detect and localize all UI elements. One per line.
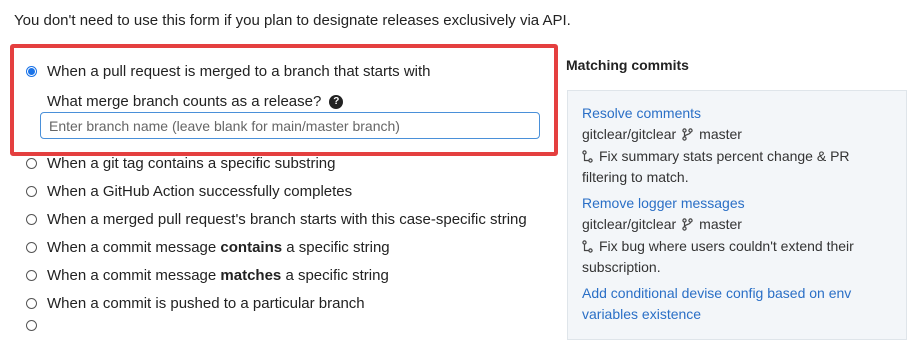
commit-title-link-cont[interactable]: variables existence bbox=[582, 306, 701, 322]
option-pr-merged[interactable]: When a pull request is merged to a branc… bbox=[26, 63, 431, 80]
branch-name: master bbox=[699, 126, 742, 142]
option-message-matches[interactable]: When a commit message matches a specific… bbox=[26, 267, 389, 284]
merge-branch-question-label: What merge branch counts as a release? bbox=[47, 93, 322, 110]
repo-name: gitclear/gitclear bbox=[582, 126, 677, 142]
option-pushed-branch[interactable]: When a commit is pushed to a particular … bbox=[26, 295, 365, 312]
text: When a commit message bbox=[47, 267, 221, 284]
text-bold: contains bbox=[220, 239, 283, 256]
commit-message-line: Fix summary stats percent change & PR bbox=[582, 148, 850, 164]
commit-message: Fix bug where users couldn't extend thei… bbox=[599, 238, 854, 254]
branch-name-input[interactable] bbox=[40, 112, 540, 139]
radio-pushed-branch[interactable] bbox=[26, 298, 37, 309]
option-merged-branch[interactable]: When a merged pull request's branch star… bbox=[26, 211, 527, 228]
option-github-action-label: When a GitHub Action successfully comple… bbox=[47, 183, 353, 200]
text-bold: matches bbox=[220, 267, 282, 284]
intro-text: You don't need to use this form if you p… bbox=[14, 12, 571, 29]
radio-message-matches[interactable] bbox=[26, 270, 37, 281]
option-message-matches-label: When a commit message matches a specific… bbox=[47, 267, 389, 284]
branch-icon bbox=[682, 127, 693, 141]
option-cutoff[interactable] bbox=[26, 320, 47, 331]
radio-merged-branch[interactable] bbox=[26, 214, 37, 225]
commit-message: Fix summary stats percent change & PR bbox=[599, 148, 850, 164]
option-git-tag[interactable]: When a git tag contains a specific subst… bbox=[26, 155, 336, 172]
text: a specific string bbox=[281, 267, 389, 284]
radio-cutoff[interactable] bbox=[26, 320, 37, 331]
radio-message-contains[interactable] bbox=[26, 242, 37, 253]
commit-message-cont: filtering to match. bbox=[582, 169, 689, 185]
commit-icon bbox=[582, 149, 593, 163]
help-icon[interactable]: ? bbox=[329, 94, 344, 109]
option-message-contains-label: When a commit message contains a specifi… bbox=[47, 239, 390, 256]
commit-repo-line: gitclear/gitclear master bbox=[582, 126, 742, 142]
branch-icon bbox=[682, 217, 693, 231]
option-pr-merged-label: When a pull request is merged to a branc… bbox=[47, 63, 431, 80]
option-message-contains[interactable]: When a commit message contains a specifi… bbox=[26, 239, 390, 256]
commit-title-link[interactable]: Remove logger messages bbox=[582, 195, 745, 211]
branch-name: master bbox=[699, 216, 742, 232]
repo-name: gitclear/gitclear bbox=[582, 216, 677, 232]
commit-message-line: Fix bug where users couldn't extend thei… bbox=[582, 238, 854, 254]
commit-title-link[interactable]: Resolve comments bbox=[582, 105, 701, 121]
option-github-action[interactable]: When a GitHub Action successfully comple… bbox=[26, 183, 352, 200]
option-merged-branch-label: When a merged pull request's branch star… bbox=[47, 211, 527, 228]
option-git-tag-label: When a git tag contains a specific subst… bbox=[47, 155, 336, 172]
text: a specific string bbox=[282, 239, 390, 256]
commit-repo-line: gitclear/gitclear master bbox=[582, 216, 742, 232]
commit-title-link[interactable]: Add conditional devise config based on e… bbox=[582, 285, 851, 301]
commit-message-cont: subscription. bbox=[582, 259, 661, 275]
commit-icon bbox=[582, 239, 593, 253]
radio-pr-merged[interactable] bbox=[26, 66, 37, 77]
radio-github-action[interactable] bbox=[26, 186, 37, 197]
option-pushed-branch-label: When a commit is pushed to a particular … bbox=[47, 295, 365, 312]
merge-branch-question: What merge branch counts as a release? ? bbox=[47, 93, 344, 110]
radio-git-tag[interactable] bbox=[26, 158, 37, 169]
matching-commits-title: Matching commits bbox=[566, 57, 689, 73]
text: When a commit message bbox=[47, 239, 221, 256]
